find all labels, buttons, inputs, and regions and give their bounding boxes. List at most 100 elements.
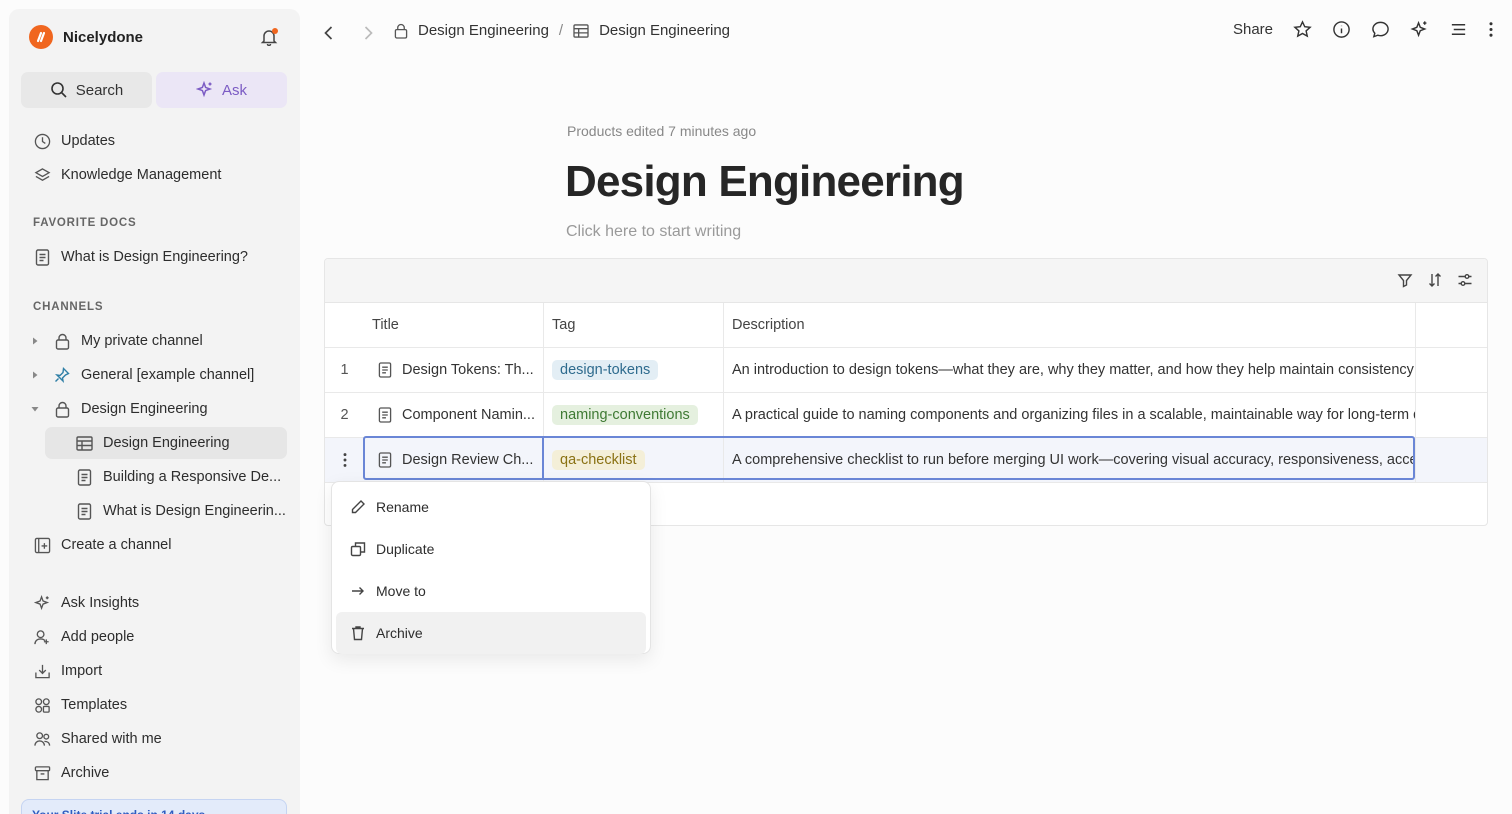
channel-design-engineering[interactable]: Design Engineering [29, 395, 208, 423]
layers-icon [33, 166, 51, 184]
table-icon [573, 23, 589, 38]
import-icon [33, 662, 51, 680]
trash-icon [350, 625, 366, 641]
archive-icon [33, 764, 51, 782]
trial-banner[interactable]: Your Slite trial ends in 14 days [21, 799, 287, 814]
search-button[interactable]: Search [21, 72, 152, 108]
tag-badge: design-tokens [552, 360, 659, 380]
empty-cell [1416, 438, 1487, 482]
ask-button[interactable]: Ask [156, 72, 287, 108]
create-channel-button[interactable]: Create a channel [33, 531, 171, 559]
table-toolbar [325, 259, 1487, 303]
nav-label: Create a channel [61, 537, 172, 553]
breadcrumb-doc[interactable]: Design Engineering [599, 22, 730, 39]
row-selection-divider [542, 436, 544, 480]
menu-label: Duplicate [376, 541, 435, 557]
nav-import[interactable]: Import [33, 657, 102, 685]
nav-label: Shared with me [61, 731, 162, 747]
empty-cell [1416, 393, 1487, 437]
app-window: Nicelydone Search Ask Updates Knowledge … [0, 0, 1512, 814]
tag-badge: qa-checklist [552, 450, 645, 470]
channel-child-what-is-design-engineering[interactable]: What is Design Engineerin... [45, 495, 287, 527]
doc-icon [378, 452, 392, 468]
menu-item-duplicate[interactable]: Duplicate [336, 528, 646, 570]
menu-item-archive[interactable]: Archive [336, 612, 646, 654]
breadcrumb-channel[interactable]: Design Engineering [418, 22, 549, 39]
create-channel-icon [33, 536, 51, 554]
row-context-menu: Rename Duplicate Move to Archive [331, 481, 651, 654]
nav-label: Templates [61, 697, 128, 713]
nav-label: Import [61, 663, 103, 679]
nav-knowledge-management[interactable]: Knowledge Management [33, 161, 221, 189]
channel-general[interactable]: General [example channel] [29, 361, 254, 389]
table-row[interactable]: 1 Design Tokens: Th... design-tokens An … [325, 348, 1487, 393]
lock-icon [53, 333, 71, 350]
column-header-tag[interactable]: Tag [544, 303, 724, 348]
more-vertical-icon[interactable] [342, 451, 348, 469]
outline-icon[interactable] [1449, 20, 1468, 39]
nav-ask-insights[interactable]: Ask Insights [33, 589, 139, 617]
forward-icon[interactable] [361, 25, 375, 41]
arrow-right-icon [350, 583, 366, 599]
title-cell[interactable]: Component Namin... [364, 393, 544, 437]
nav-add-people[interactable]: Add people [33, 623, 134, 651]
favorites-section-label: FAVORITE DOCS [33, 217, 137, 229]
description-cell[interactable]: A practical guide to naming components a… [724, 393, 1416, 437]
doc-label: What is Design Engineerin... [103, 503, 286, 519]
tag-cell[interactable]: design-tokens [544, 348, 724, 392]
table-row-selected[interactable]: Design Review Ch... qa-checklist A compr… [325, 438, 1487, 483]
chevron-down-icon[interactable] [29, 405, 41, 413]
breadcrumb-separator: / [558, 22, 564, 39]
info-icon[interactable] [1332, 20, 1351, 39]
duplicate-icon [350, 541, 366, 557]
sparkle-icon [195, 81, 214, 99]
ai-sparkle-icon[interactable] [1410, 20, 1429, 39]
menu-item-move-to[interactable]: Move to [336, 570, 646, 612]
search-icon [50, 81, 68, 99]
favorite-doc-item[interactable]: What is Design Engineering? [33, 243, 248, 271]
table-icon [75, 435, 93, 451]
star-icon[interactable] [1293, 20, 1312, 39]
filter-icon[interactable] [1397, 272, 1413, 288]
menu-label: Rename [376, 499, 429, 515]
share-button[interactable]: Share [1233, 21, 1273, 38]
sort-icon[interactable] [1427, 272, 1443, 288]
nav-archive[interactable]: Archive [33, 759, 109, 787]
description-cell[interactable]: A comprehensive checklist to run before … [724, 438, 1416, 482]
menu-item-rename[interactable]: Rename [336, 486, 646, 528]
channels-section-label: CHANNELS [33, 301, 104, 313]
nav-shared-with-me[interactable]: Shared with me [33, 725, 162, 753]
channel-child-building-responsive[interactable]: Building a Responsive De... [45, 461, 287, 493]
more-vertical-icon[interactable] [1488, 20, 1494, 39]
channel-my-private[interactable]: My private channel [29, 327, 203, 355]
workspace-logo [29, 25, 53, 49]
row-number: 2 [340, 407, 349, 423]
empty-cell [1416, 348, 1487, 392]
column-header-title[interactable]: Title [364, 303, 544, 348]
header-label: Title [372, 317, 399, 333]
tag-cell[interactable]: naming-conventions [544, 393, 724, 437]
breadcrumb: Design Engineering / Design Engineering [394, 22, 730, 39]
title-cell[interactable]: Design Tokens: Th... [364, 348, 544, 392]
chevron-right-icon[interactable] [29, 337, 41, 345]
comment-icon[interactable] [1371, 20, 1390, 39]
title-cell[interactable]: Design Review Ch... [364, 438, 544, 482]
row-actions-handle[interactable] [325, 438, 364, 482]
description-cell[interactable]: An introduction to design tokens—what th… [724, 348, 1416, 392]
doc-body-placeholder[interactable]: Click here to start writing [566, 223, 741, 241]
workspace-switcher[interactable]: Nicelydone [29, 25, 143, 49]
view-settings-icon[interactable] [1457, 272, 1473, 288]
tag-cell[interactable]: qa-checklist [544, 438, 724, 482]
doc-icon [75, 468, 93, 486]
title-text: Design Tokens: Th... [402, 362, 534, 378]
page-title[interactable]: Design Engineering [565, 157, 965, 207]
notifications-bell-icon[interactable] [260, 28, 278, 46]
channel-label: My private channel [81, 333, 203, 349]
nav-updates[interactable]: Updates [33, 127, 115, 155]
chevron-right-icon[interactable] [29, 371, 41, 379]
back-icon[interactable] [322, 25, 336, 41]
nav-templates[interactable]: Templates [33, 691, 127, 719]
table-row[interactable]: 2 Component Namin... naming-conventions … [325, 393, 1487, 438]
column-header-description[interactable]: Description [724, 303, 1416, 348]
channel-child-design-engineering[interactable]: Design Engineering [45, 427, 287, 459]
